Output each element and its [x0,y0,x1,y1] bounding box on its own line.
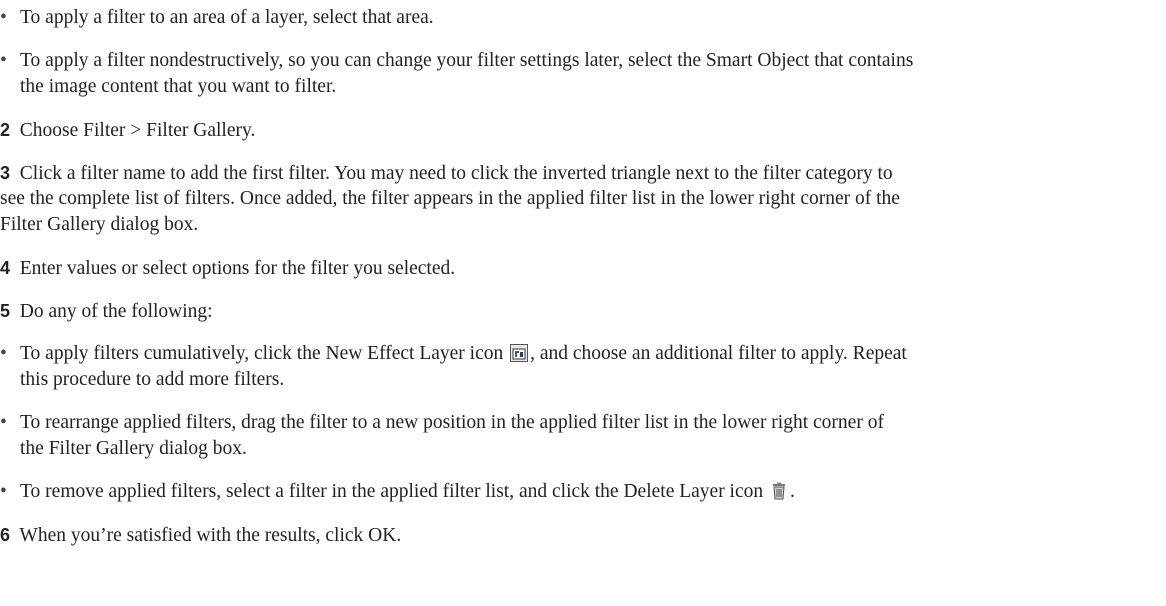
bullet-text-continued: the Filter Gallery dialog box. [20,438,247,459]
bullet-text: To apply filters cumulatively, click the… [20,343,907,365]
bullet-glyph: • [0,481,7,502]
bullet-text-part: To remove applied filters, select a filt… [20,481,764,502]
step-text: Do any of the following: [19,301,213,322]
bullet-text: To remove applied filters, select a filt… [20,481,795,503]
delete-layer-icon [773,482,786,500]
step-text: Click a filter name to add the first fil… [19,163,893,184]
step-number: 6 [0,525,11,545]
step-2: 2 Choose Filter > Filter Gallery. [0,119,255,142]
bullet-text-part: To apply filters cumulatively, click the… [20,343,504,364]
bullet-text-continued: the image content that you want to filte… [20,76,337,97]
step-text-continued: Filter Gallery dialog box. [0,214,199,235]
step-text: When you’re satisfied with the results, … [19,525,402,546]
new-effect-layer-icon [510,344,529,362]
step-number: 2 [0,120,11,140]
step-4: 4 Enter values or select options for the… [0,257,455,280]
bullet-glyph: • [0,50,7,71]
bullet-text-part: . [790,481,795,502]
step-5: 5 Do any of the following: [0,300,213,323]
bullet-glyph: • [0,412,7,433]
step-number: 3 [0,163,11,183]
bullet-text-part: , and choose an additional filter to app… [530,343,907,364]
bullet-glyph: • [0,7,7,28]
step-text: Choose Filter > Filter Gallery. [19,120,256,141]
bullet-glyph: • [0,343,7,364]
step-3: 3 Click a filter name to add the first f… [0,162,893,185]
bullet-text: To rearrange applied filters, drag the f… [20,412,884,433]
bullet-text: To apply a filter nondestructively, so y… [20,50,914,71]
step-number: 4 [0,258,11,278]
step-6: 6 When you’re satisfied with the results… [0,524,401,547]
step-number: 5 [0,301,11,321]
step-text-continued: see the complete list of filters. Once a… [0,188,900,209]
bullet-text: To apply a filter to an area of a layer,… [20,7,434,28]
bullet-text-continued: this procedure to add more filters. [20,369,285,390]
step-text: Enter values or select options for the f… [19,258,456,279]
